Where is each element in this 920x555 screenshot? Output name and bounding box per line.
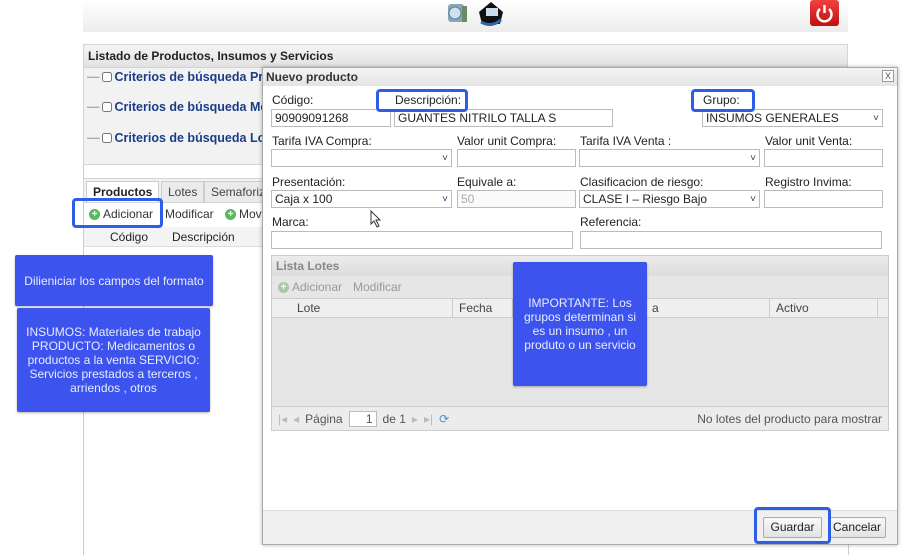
col-fecha-venc[interactable]: Fecha venc bbox=[453, 298, 513, 318]
invima-label: Registro Invima: bbox=[765, 175, 852, 189]
page-label: Página bbox=[305, 411, 343, 426]
valor-compra-label: Valor unit Compra: bbox=[457, 134, 557, 148]
codigo-input[interactable]: 90909091268 bbox=[271, 109, 391, 127]
equivale-input: 50 bbox=[457, 190, 576, 208]
checkbox[interactable] bbox=[101, 102, 112, 112]
criteria-lots[interactable]: — Criterios de búsqueda Lotes bbox=[87, 131, 283, 145]
criteria-label: Criterios de búsqueda Movi bbox=[114, 100, 279, 114]
referencia-input[interactable] bbox=[580, 231, 882, 249]
presentacion-label: Presentación: bbox=[272, 175, 346, 189]
checkbox[interactable] bbox=[101, 72, 112, 82]
criteria-movements[interactable]: — Criterios de búsqueda Movi bbox=[87, 100, 278, 114]
presentacion-select[interactable]: Caja x 100 bbox=[271, 190, 452, 208]
highlight-grupo bbox=[691, 89, 755, 112]
listado-title: Listado de Productos, Insumos y Servicio… bbox=[84, 45, 847, 68]
riesgo-label: Clasificacion de riesgo: bbox=[580, 175, 704, 189]
dialog-title: Nuevo producto bbox=[263, 68, 897, 86]
checkbox[interactable] bbox=[101, 133, 112, 143]
criteria-products[interactable]: — Criterios de búsqueda Prod bbox=[87, 70, 278, 84]
marca-label: Marca: bbox=[272, 215, 309, 229]
col-lote[interactable]: Lote bbox=[291, 298, 453, 318]
callout-important: IMPORTANTE: Los grupos determinan si es … bbox=[513, 262, 647, 386]
refresh-icon[interactable]: ⟳ bbox=[439, 412, 449, 426]
next-page-icon[interactable]: ▸ bbox=[412, 412, 418, 426]
lotes-add-label: Adicionar bbox=[292, 280, 343, 294]
move-label: Movi bbox=[239, 207, 265, 221]
lotes-add-button: + Adicionar bbox=[278, 280, 342, 294]
modify-button[interactable]: Modificar bbox=[165, 207, 214, 221]
power-icon[interactable] bbox=[810, 0, 839, 26]
valor-venta-label: Valor unit Venta: bbox=[765, 134, 853, 148]
col-codigo[interactable]: Código bbox=[110, 230, 148, 244]
tab-semaforizacion[interactable]: Semaforiza bbox=[204, 181, 266, 202]
equivale-label: Equivale a: bbox=[457, 175, 517, 189]
criteria-label: Criterios de búsqueda Prod bbox=[114, 70, 279, 84]
plus-icon: + bbox=[278, 281, 289, 293]
invima-input[interactable] bbox=[764, 190, 883, 208]
callout-fill-fields: Dilieniciar los campos del formato bbox=[15, 255, 213, 306]
highlight-add bbox=[72, 198, 163, 228]
network-computer-icon[interactable] bbox=[444, 2, 470, 26]
criteria-label: Criterios de búsqueda Lotes bbox=[114, 131, 284, 145]
home-icon[interactable] bbox=[476, 0, 506, 26]
iva-compra-label: Tarifa IVA Compra: bbox=[272, 134, 372, 148]
col-activo[interactable]: Activo bbox=[770, 298, 878, 318]
callout-groups: INSUMOS: Materiales de trabajo PRODUCTO:… bbox=[17, 308, 210, 412]
first-page-icon[interactable]: |◂ bbox=[278, 412, 287, 426]
last-page-icon[interactable]: ▸| bbox=[424, 412, 433, 426]
cancel-button[interactable]: Cancelar bbox=[828, 517, 886, 538]
referencia-label: Referencia: bbox=[580, 215, 642, 229]
highlight-descripcion bbox=[376, 89, 468, 112]
iva-compra-select[interactable] bbox=[271, 149, 452, 167]
col-other[interactable]: a bbox=[646, 298, 770, 318]
page-input[interactable]: 1 bbox=[348, 410, 377, 427]
close-icon[interactable]: X bbox=[882, 70, 894, 82]
pager: |◂ ◂ Página 1 de 1 ▸ ▸| ⟳ No lotes del p… bbox=[272, 406, 888, 430]
codigo-label: Código: bbox=[272, 93, 314, 107]
marca-input[interactable] bbox=[271, 231, 573, 249]
col-descripcion[interactable]: Descripción bbox=[172, 230, 235, 244]
highlight-save bbox=[754, 507, 831, 544]
tab-lotes[interactable]: Lotes bbox=[161, 181, 205, 202]
iva-venta-label: Tarifa IVA Venta : bbox=[580, 134, 672, 148]
pager-status: No lotes del producto para mostrar bbox=[697, 411, 882, 426]
mouse-cursor-icon bbox=[370, 210, 382, 228]
plus-icon: + bbox=[225, 208, 236, 220]
riesgo-select[interactable]: CLASE I – Riesgo Bajo bbox=[579, 190, 760, 208]
iva-venta-select[interactable] bbox=[579, 149, 760, 167]
page-total: de 1 bbox=[382, 411, 406, 426]
valor-compra-input[interactable] bbox=[457, 149, 576, 167]
prev-page-icon[interactable]: ◂ bbox=[293, 412, 299, 426]
move-button[interactable]: + Movi bbox=[225, 207, 264, 221]
lotes-modify-button: Modificar bbox=[353, 280, 402, 294]
valor-venta-input[interactable] bbox=[764, 149, 883, 167]
